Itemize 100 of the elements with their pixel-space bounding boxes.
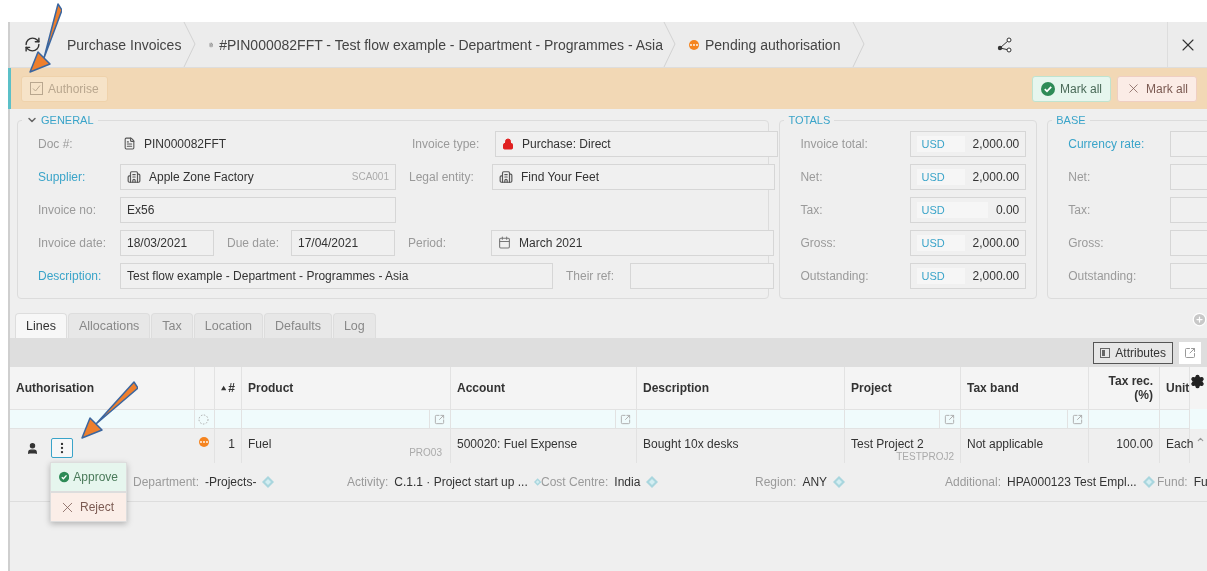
lock-icon	[502, 137, 514, 150]
diamond-icon	[646, 476, 659, 488]
field-label: Invoice type:	[412, 136, 481, 151]
popout-icon	[1184, 346, 1196, 359]
input-field[interactable]: 17/04/2021	[291, 229, 395, 256]
attribute-label: Cost Centre:	[541, 475, 609, 489]
attribute-value: Fu	[1193, 475, 1207, 489]
product-code: PRO03	[409, 447, 442, 458]
input-field[interactable]: March 2021	[491, 229, 774, 256]
tab[interactable]: Lines	[15, 313, 67, 338]
add-icon[interactable]	[1192, 312, 1207, 327]
approve-menu-item[interactable]: Approve	[50, 462, 127, 492]
check-circle-icon	[1040, 81, 1055, 96]
mark-all-approve-button[interactable]: Mark all	[1031, 75, 1111, 102]
amount-field[interactable]: USD 0.00	[910, 196, 1027, 223]
amount-field[interactable]: USD 2,000.00	[910, 163, 1027, 190]
mark-all-reject-button[interactable]: Mark all	[1117, 75, 1197, 102]
field-label: Outstanding:	[800, 268, 870, 283]
input-field[interactable]	[1170, 163, 1207, 190]
filter-cell[interactable]	[637, 409, 845, 429]
check-circle-icon	[59, 470, 70, 484]
column-header[interactable]: Project	[851, 381, 892, 395]
column-header[interactable]: Product	[248, 381, 294, 395]
more-button[interactable]	[51, 438, 73, 458]
reject-menu-item[interactable]: Reject	[50, 492, 127, 522]
diamond-icon	[262, 476, 275, 488]
column-header[interactable]: Unit	[1166, 381, 1190, 395]
input-field[interactable]	[630, 262, 774, 289]
input-field[interactable]	[1170, 229, 1207, 256]
table-cell: 1	[228, 437, 235, 451]
sort-icon[interactable]	[221, 385, 227, 391]
table-cell: 100.00	[1116, 437, 1153, 451]
calendar-icon	[498, 236, 511, 249]
field-label: Gross:	[800, 235, 837, 250]
attributes-icon	[1100, 347, 1111, 358]
supplier-code: SCA001	[351, 171, 389, 182]
attribute-value: ANY	[802, 475, 828, 489]
input-field[interactable]: Ex56	[120, 196, 396, 223]
close-icon	[1126, 81, 1141, 96]
breadcrumb-link[interactable]: #PIN000082FFT - Test flow example - Department - Programmes - Asia	[219, 36, 663, 53]
diamond-icon	[1142, 476, 1155, 488]
scroll-up-icon[interactable]	[1196, 435, 1205, 444]
section-title: TOTALS	[788, 113, 831, 127]
column-header[interactable]: Authorisation	[16, 381, 94, 395]
field-label: Invoice date:	[38, 235, 108, 250]
input-field[interactable]	[1170, 196, 1207, 223]
input-field[interactable]: 18/03/2021	[120, 229, 214, 256]
input-field[interactable]	[1170, 262, 1207, 289]
checkbox-icon	[30, 82, 43, 95]
field-label: Tax:	[800, 202, 824, 217]
field-label: Gross:	[1068, 235, 1105, 250]
input-field[interactable]: Test flow example - Department - Programmes - Asia	[120, 262, 553, 289]
field-label: Tax:	[1068, 202, 1092, 217]
column-header[interactable]: Tax rec. (%)	[1095, 374, 1153, 402]
amount-field[interactable]: USD 2,000.00	[910, 262, 1027, 289]
attribute-label: Additional:	[945, 475, 1002, 489]
table-cell: Not applicable	[967, 437, 1044, 451]
user-icon	[26, 441, 39, 455]
settings-icon[interactable]	[1190, 373, 1205, 389]
project-code: TESTPROJ2	[896, 451, 954, 462]
field-label: Due date:	[227, 235, 281, 250]
status-text: Pending authorisation	[705, 36, 841, 53]
field-label: Invoice no:	[38, 202, 98, 217]
breadcrumb-link[interactable]: Purchase Invoices	[67, 36, 182, 53]
attribute-value: -Projects-	[205, 475, 257, 489]
attribute-label: Region:	[755, 475, 797, 489]
diamond-icon	[533, 476, 541, 488]
popout-icon	[943, 413, 955, 425]
attribute-value: C.1.1 · Project start up ...	[394, 475, 528, 489]
input-field[interactable]: Find Your Feet	[492, 163, 775, 190]
table-cell: Each	[1166, 437, 1194, 451]
share-icon[interactable]	[995, 34, 1015, 55]
table-cell: Test Project 2	[851, 437, 924, 451]
column-header[interactable]: Description	[643, 381, 709, 395]
attribute-label: Department:	[133, 475, 200, 489]
refresh-icon	[24, 36, 41, 53]
input-field[interactable]: Apple Zone Factory SCA001	[120, 163, 396, 190]
attribute-value: HPA000123 Test Empl...	[1007, 475, 1137, 489]
popout-icon	[433, 413, 445, 425]
popout-button[interactable]	[1179, 341, 1201, 364]
amount-field[interactable]: USD 2,000.00	[910, 229, 1027, 256]
building-icon	[127, 169, 141, 184]
column-header[interactable]: #	[228, 381, 235, 395]
popout-icon	[619, 413, 631, 425]
annotation-arrow	[28, 2, 62, 74]
field-label: Outstanding:	[1068, 268, 1138, 283]
input-field[interactable]	[1170, 130, 1207, 157]
column-header[interactable]: Tax band	[967, 381, 1019, 395]
attributes-button[interactable]: Attributes	[1093, 341, 1173, 364]
input-field[interactable]: Purchase: Direct	[495, 130, 778, 157]
field-value: PIN000082FFT	[144, 136, 227, 151]
table-cell: Fuel	[248, 437, 272, 451]
field-label: Net:	[1068, 169, 1092, 184]
attribute-value: India	[614, 475, 641, 489]
loading-icon	[198, 413, 209, 425]
popout-icon	[1071, 413, 1083, 425]
column-header[interactable]: Account	[457, 381, 505, 395]
amount-field[interactable]: USD 2,000.00	[910, 130, 1027, 157]
attribute-label: Activity:	[347, 475, 389, 489]
table-cell: 500020: Fuel Expense	[457, 437, 578, 451]
